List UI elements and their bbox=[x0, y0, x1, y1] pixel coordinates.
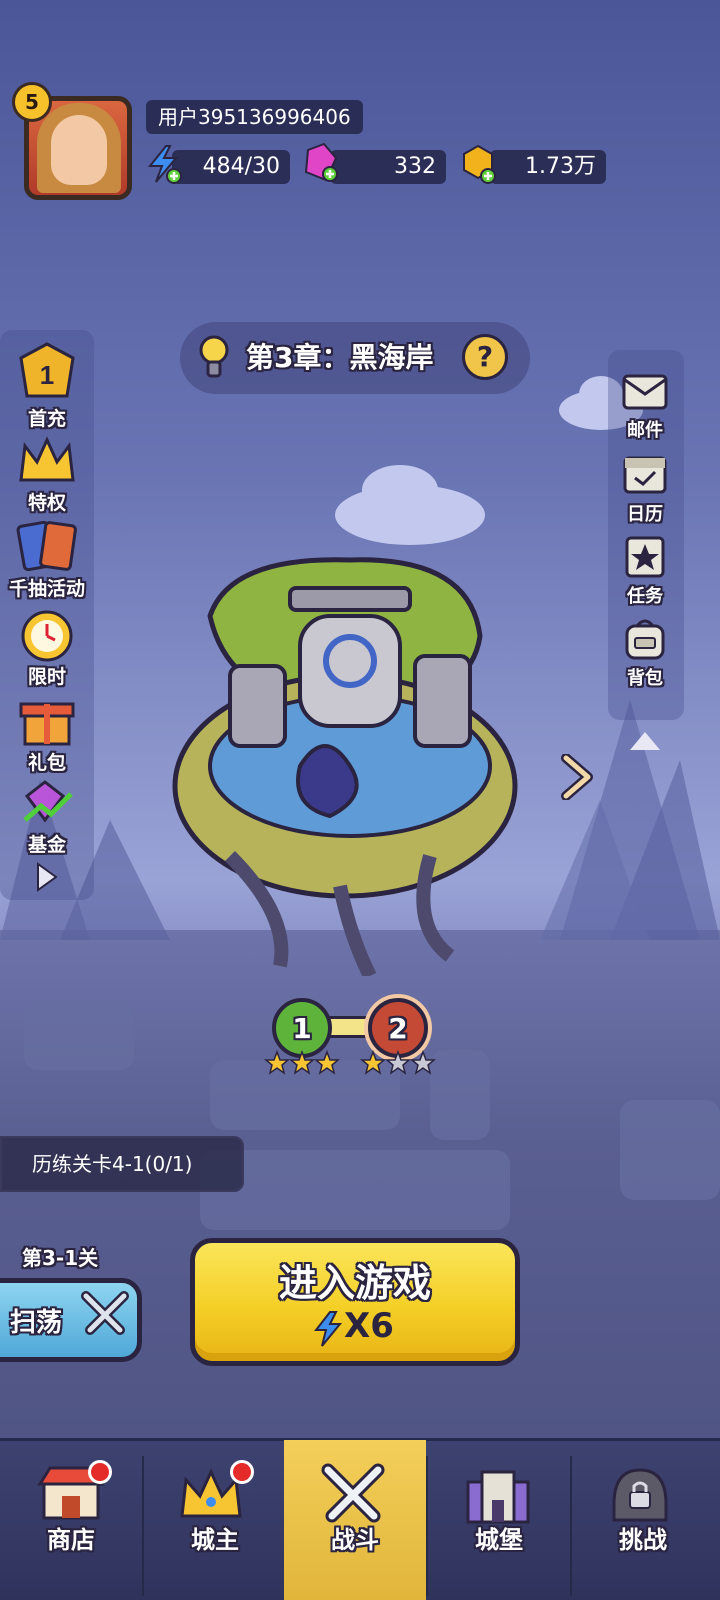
cloud bbox=[335, 465, 485, 545]
enter-game-label: 进入游戏 bbox=[278, 1261, 431, 1305]
stage-2-stars bbox=[360, 1050, 436, 1075]
menu-mail[interactable]: 邮件 bbox=[610, 372, 680, 442]
nav-tab-challenge[interactable]: 挑战 bbox=[572, 1440, 714, 1600]
menu-label: 邮件 bbox=[627, 420, 663, 441]
player-level-badge: 5 bbox=[12, 82, 52, 122]
menu-backpack[interactable]: 背包 bbox=[610, 616, 680, 690]
gold-add-icon[interactable] bbox=[460, 144, 496, 184]
gift-icon bbox=[19, 702, 75, 746]
menu-fund[interactable]: 基金 bbox=[2, 776, 92, 857]
sweep-label: 扫荡 bbox=[10, 1308, 63, 1338]
collapse-arrow-icon[interactable] bbox=[628, 730, 662, 752]
gold-counter: 1.73万 bbox=[490, 150, 606, 184]
clock-icon bbox=[21, 610, 73, 662]
energy-add-icon[interactable] bbox=[146, 144, 182, 184]
floating-island-stage-art[interactable] bbox=[170, 556, 530, 976]
card-draw-icon bbox=[16, 520, 77, 572]
rock bbox=[620, 1100, 720, 1200]
username-label: 用户395136996406 bbox=[146, 100, 363, 134]
menu-label: 限时 bbox=[27, 666, 66, 688]
gem-counter: 332 bbox=[330, 150, 446, 184]
nav-tab-castle[interactable]: 城堡 bbox=[428, 1440, 570, 1600]
nav-label: 商店 bbox=[47, 1526, 95, 1554]
nav-tab-battle[interactable]: 战斗 bbox=[284, 1440, 426, 1600]
menu-label: 特权 bbox=[27, 492, 66, 514]
nav-label: 城主 bbox=[191, 1526, 239, 1554]
menu-label: 背包 bbox=[627, 668, 663, 689]
menu-calendar[interactable]: 日历 bbox=[610, 452, 680, 526]
nav-label: 战斗 bbox=[331, 1526, 379, 1554]
energy-cost-value: X6 bbox=[344, 1306, 394, 1346]
gem-add-icon[interactable] bbox=[302, 142, 338, 182]
menu-label: 任务 bbox=[627, 586, 663, 607]
menu-label: 基金 bbox=[27, 834, 66, 856]
lightbulb-icon[interactable] bbox=[198, 334, 230, 382]
help-icon[interactable]: ? bbox=[462, 334, 508, 380]
chapter-title: 第3章：黑海岸 bbox=[246, 341, 434, 374]
energy-counter: 484/30 bbox=[172, 150, 290, 184]
first-charge-icon: 1 bbox=[19, 342, 75, 398]
mail-icon bbox=[622, 374, 668, 410]
menu-privilege[interactable]: 特权 bbox=[2, 430, 92, 515]
energy-cost-icon bbox=[314, 1311, 342, 1347]
task-icon bbox=[625, 536, 665, 578]
menu-limited-time[interactable]: 限时 bbox=[2, 604, 92, 689]
fund-gem-icon bbox=[23, 780, 73, 823]
stage-node-2[interactable]: 2 bbox=[368, 998, 428, 1058]
menu-card-draw[interactable]: 千抽活动 bbox=[2, 520, 92, 601]
calendar-icon bbox=[623, 456, 667, 494]
nav-tab-shop[interactable]: 商店 bbox=[0, 1440, 142, 1600]
castle-icon bbox=[466, 1470, 530, 1524]
shop-notification-badge bbox=[88, 1460, 112, 1484]
crossed-swords-icon bbox=[81, 1291, 129, 1335]
trial-quest-bar[interactable]: 历练关卡4-1(0/1) bbox=[0, 1136, 244, 1192]
menu-gift[interactable]: 礼包 bbox=[2, 690, 92, 775]
menu-label: 千抽活动 bbox=[8, 578, 85, 600]
menu-label: 日历 bbox=[627, 504, 663, 525]
crossed-swords-icon bbox=[321, 1463, 385, 1523]
menu-first-charge[interactable]: 1 首充 bbox=[2, 340, 92, 431]
lord-notification-badge bbox=[230, 1460, 254, 1484]
next-chapter-arrow-icon[interactable] bbox=[558, 754, 594, 800]
nav-label: 挑战 bbox=[619, 1526, 667, 1554]
menu-label: 首充 bbox=[27, 408, 66, 430]
backpack-icon bbox=[625, 619, 665, 660]
privilege-crown-icon bbox=[19, 436, 75, 482]
rock bbox=[24, 1000, 134, 1070]
rock bbox=[430, 1050, 490, 1140]
rock bbox=[200, 1150, 510, 1230]
nav-tab-lord[interactable]: 城主 bbox=[144, 1440, 286, 1600]
nav-label: 城堡 bbox=[475, 1526, 523, 1554]
stage-node-1[interactable]: 1 bbox=[272, 998, 332, 1058]
menu-label: 礼包 bbox=[27, 752, 66, 774]
menu-task[interactable]: 任务 bbox=[610, 534, 680, 608]
current-stage-label: 第3-1关 bbox=[22, 1246, 99, 1270]
stage-1-stars bbox=[264, 1050, 340, 1075]
svg-text:1: 1 bbox=[40, 360, 54, 390]
expand-arrow-icon[interactable] bbox=[36, 862, 58, 892]
locked-helmet-icon bbox=[612, 1468, 668, 1522]
